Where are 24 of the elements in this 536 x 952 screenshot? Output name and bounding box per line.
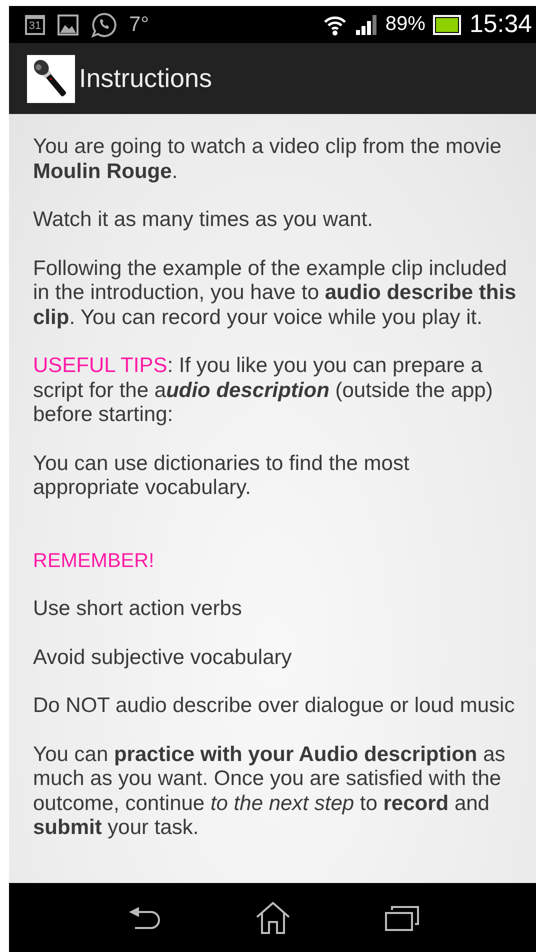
microphone-icon xyxy=(27,54,75,102)
calendar-icon: 31 xyxy=(25,14,45,34)
instruction-text: You are going to watch a video clip from the movie Moulin Rouge. xyxy=(33,135,502,184)
tip-text: USEFUL TIPS: If you like you you can prepare a script for the audio description (outside the app) before starting: xyxy=(33,354,494,428)
wifi-icon xyxy=(323,14,348,36)
instruction-text: Use short action verbs xyxy=(33,597,243,622)
signal-icon xyxy=(355,14,378,36)
instruction-text: You can use dictionaries to find the most appropriate vocabulary. xyxy=(33,452,410,500)
instruction-text: Do NOT audio describe over dialogue or loud music xyxy=(33,694,516,718)
chat-bubble-icon xyxy=(91,12,117,38)
temperature: 7° xyxy=(129,12,150,36)
battery-icon xyxy=(433,14,462,34)
instruction-text: Watch it as many times as you want. xyxy=(33,208,374,232)
screen-title: Instructions xyxy=(79,63,212,94)
back-icon[interactable] xyxy=(126,906,160,930)
clock-time: 15:34 xyxy=(469,10,532,39)
instruction-text: Avoid subjective vocabulary xyxy=(33,646,293,670)
instruction-text: Following the example of the example clip included in the introduction, you have to audio describe this clip. You can record your voice while you play it. xyxy=(33,256,518,330)
battery-percent: 89% xyxy=(385,13,426,36)
home-icon[interactable] xyxy=(256,902,290,934)
image-icon xyxy=(57,14,79,36)
recent-apps-icon[interactable] xyxy=(384,904,418,930)
section-heading: REMEMBER! xyxy=(33,548,156,573)
instruction-text: You can practice with your Audio description as much as you want. Once you are satisfied with the outcome, continue to the next step to record and submit your task. xyxy=(33,742,506,840)
